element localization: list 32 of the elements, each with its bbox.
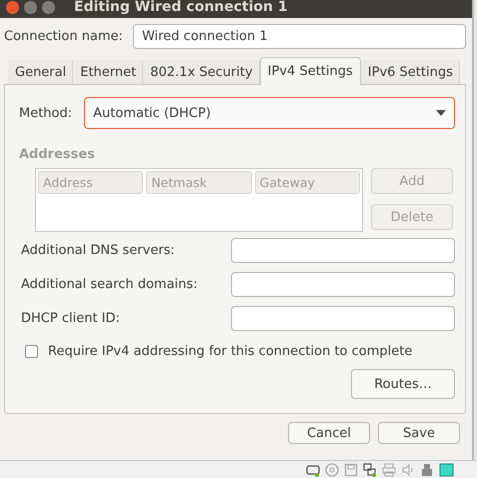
dropdown-arrow-icon <box>436 110 446 116</box>
routes-button[interactable]: Routes… <box>351 369 455 399</box>
tab[interactable]: 802.1x Security <box>143 60 260 84</box>
addresses-heading: Addresses <box>19 147 96 162</box>
disc-icon[interactable] <box>325 462 339 476</box>
close-button[interactable] <box>6 0 19 14</box>
connection-name-label: Connection name: <box>4 29 123 44</box>
tab[interactable]: Ethernet <box>73 60 144 84</box>
checkbox[interactable] <box>25 345 38 358</box>
network-icon[interactable] <box>363 462 377 476</box>
connection-name-field[interactable]: Wired connection 1 <box>132 24 466 49</box>
usb-icon[interactable] <box>420 462 434 476</box>
printer-icon[interactable] <box>382 462 396 476</box>
checkbox-label: Require IPv4 addressing for this connection to complete <box>48 344 412 359</box>
input-field[interactable] <box>231 306 455 331</box>
maximize-button[interactable] <box>42 0 55 14</box>
tab[interactable]: IPv6 Settings <box>360 60 460 84</box>
cancel-button[interactable]: Cancel <box>288 422 370 444</box>
tab[interactable]: IPv4 Settings <box>260 57 361 85</box>
field-label: Additional search domains: <box>21 277 198 292</box>
window-title: Editing Wired connection 1 <box>74 0 288 15</box>
minimize-button[interactable] <box>24 0 37 14</box>
field-label: DHCP client ID: <box>21 311 120 326</box>
method-dropdown[interactable]: Automatic (DHCP) <box>84 97 455 129</box>
display-icon[interactable] <box>439 462 455 476</box>
input-field[interactable] <box>231 238 455 263</box>
speaker-icon[interactable] <box>401 462 415 476</box>
input-field[interactable] <box>231 272 455 297</box>
tab[interactable]: General <box>8 60 74 84</box>
save-button[interactable]: Save <box>378 422 460 444</box>
method-label: Method: <box>19 106 72 120</box>
field-label: Additional DNS servers: <box>21 243 175 258</box>
